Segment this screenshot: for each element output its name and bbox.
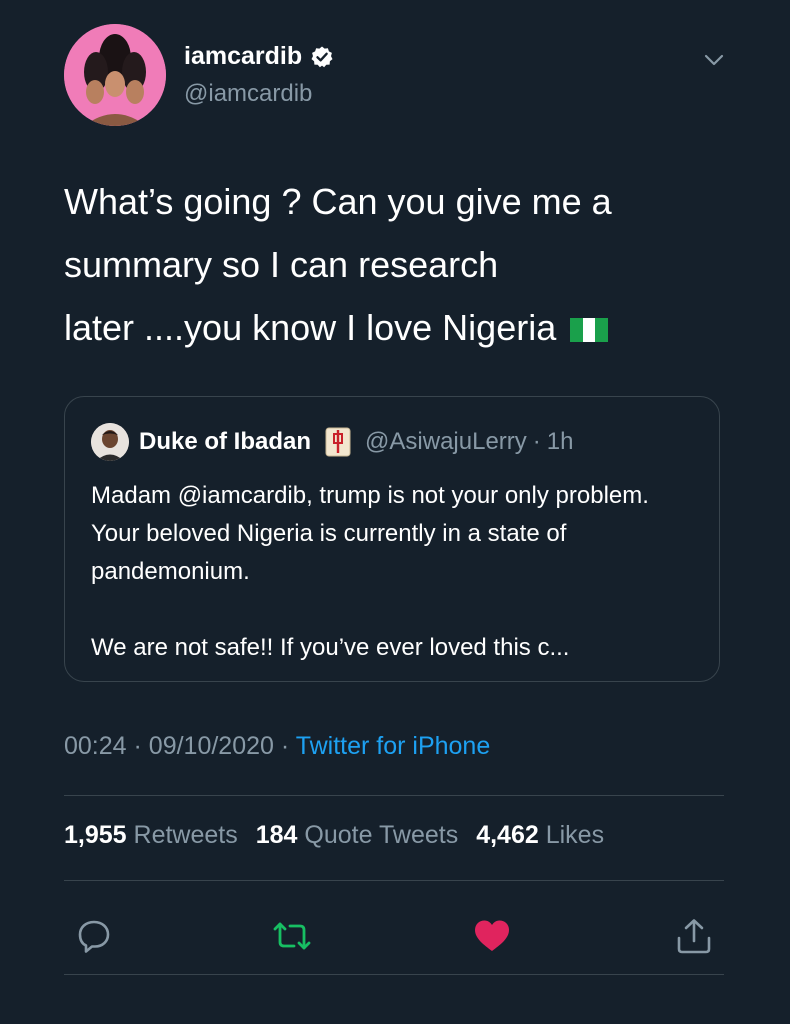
quoted-author-handle[interactable]: @AsiwajuLerry — [365, 428, 527, 456]
likes-stat[interactable]: 4,462 Likes — [476, 821, 604, 850]
quoted-tweet-header: Duke of Ibadan @AsiwajuLerry · 1h — [139, 427, 573, 457]
share-icon[interactable] — [674, 916, 714, 956]
quoted-header-separator: · — [532, 428, 541, 455]
quoted-tweet-paragraph-1: Madam @iamcardib, trump is not your only… — [91, 482, 649, 585]
divider-bottom — [64, 974, 724, 975]
likes-count: 4,462 — [476, 821, 539, 849]
retweets-count: 1,955 — [64, 821, 127, 849]
author-avatar[interactable] — [64, 24, 166, 126]
retweet-icon[interactable] — [272, 916, 312, 956]
tweet-time: 00:24 — [64, 732, 127, 760]
quoted-author-avatar[interactable] — [91, 423, 129, 461]
quoted-author-name[interactable]: Duke of Ibadan — [139, 428, 311, 456]
author-name-text: iamcardib — [184, 42, 303, 70]
quoted-tweet-text: Madam @iamcardib, trump is not your only… — [91, 477, 701, 667]
tweet-detail: iamcardib @iamcardib What’s going ? Can … — [0, 0, 790, 1024]
tweet-text-container: What’s going ? Can you give me a summary… — [64, 170, 724, 359]
chevron-down-icon[interactable] — [703, 52, 725, 68]
like-icon[interactable] — [472, 916, 512, 956]
tweet-metadata: 00:24 · 09/10/2020 · Twitter for iPhone — [64, 732, 490, 761]
engagement-stats: 1,955 Retweets 184 Quote Tweets 4,462 Li… — [64, 821, 604, 850]
tweet-text: What’s going ? Can you give me a summary… — [64, 181, 612, 348]
author-handle[interactable]: @iamcardib — [184, 80, 312, 108]
nigeria-flag-icon — [570, 318, 609, 343]
retweets-stat[interactable]: 1,955 Retweets — [64, 821, 238, 850]
quote-tweets-count: 184 — [255, 821, 298, 849]
divider-top — [64, 795, 724, 796]
quoted-tweet-card[interactable]: Duke of Ibadan @AsiwajuLerry · 1h Madam … — [64, 396, 720, 682]
verified-badge-icon — [311, 46, 333, 67]
meta-separator-1: · — [133, 732, 142, 760]
quoted-tweet-paragraph-2: We are not safe!! If you’ve ever loved t… — [91, 634, 570, 661]
retweets-label: Retweets — [133, 821, 238, 849]
quote-tweets-stat[interactable]: 184 Quote Tweets — [256, 821, 458, 850]
author-display-name[interactable]: iamcardib — [184, 42, 334, 71]
quoted-tweet-time: 1h — [546, 428, 574, 455]
meta-separator-2: · — [280, 732, 290, 760]
tweet-source-link[interactable]: Twitter for iPhone — [296, 732, 491, 760]
likes-label: Likes — [545, 821, 605, 849]
mahjong-red-dragon-icon — [325, 427, 351, 457]
reply-icon[interactable] — [74, 916, 114, 956]
divider-middle — [64, 880, 724, 881]
quote-tweets-label: Quote Tweets — [304, 821, 459, 849]
tweet-date: 09/10/2020 — [148, 732, 274, 760]
